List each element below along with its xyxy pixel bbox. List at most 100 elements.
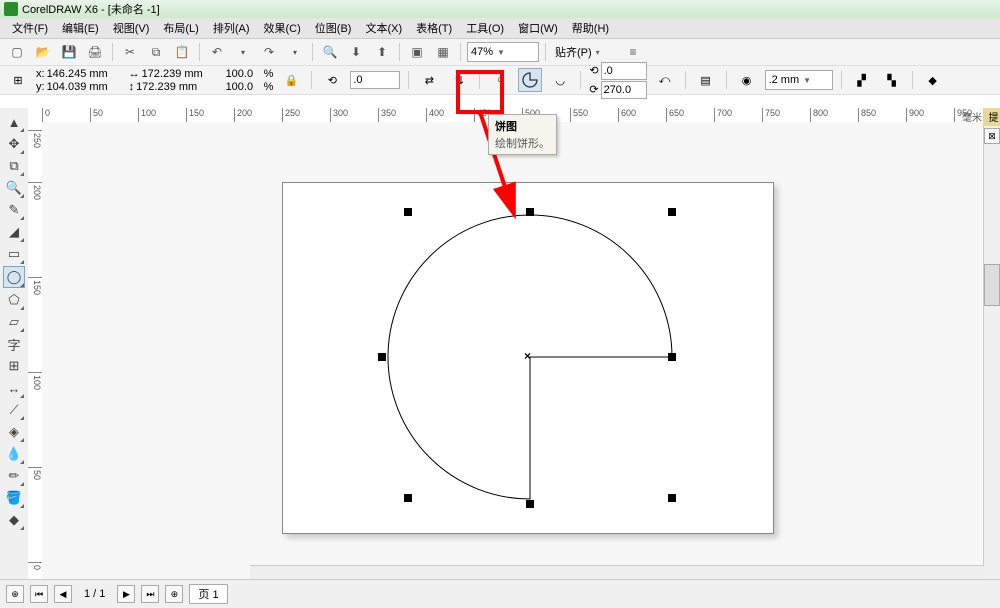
scale-y-value[interactable]: 100.0 [226,81,262,93]
ellipse-tool-icon[interactable]: ◯ [3,266,25,288]
freehand-tool-icon[interactable]: ✎ [4,200,24,220]
redo-dropdown-icon[interactable]: ▾ [284,41,306,63]
origin-icon[interactable]: ⊞ [6,68,30,92]
wrap-text-icon[interactable]: ▤ [694,68,718,92]
drawing-canvas[interactable]: × [42,122,984,580]
add-page-after-icon[interactable]: ⊕ [165,585,183,603]
interactive-fill-tool-icon[interactable]: ◆ [4,510,24,530]
x-value[interactable]: 146.245 mm [47,68,119,80]
menu-view[interactable]: 视图(V) [107,18,156,38]
mirror-h-icon[interactable]: ⇄ [417,68,441,92]
lock-ratio-icon[interactable]: 🔒 [279,68,303,92]
undo-icon[interactable]: ↶ [206,41,228,63]
pie-shape[interactable] [42,122,982,580]
dimension-tool-icon[interactable]: ↔ [4,378,24,398]
scale-x-value[interactable]: 100.0 [226,68,262,80]
fill-tool-icon[interactable]: 🪣 [4,488,24,508]
undo-dropdown-icon[interactable]: ▾ [232,41,254,63]
redo-icon[interactable]: ↷ [258,41,280,63]
import-icon[interactable]: ⬇ [345,41,367,63]
mirror-v-icon[interactable]: ⇅ [447,68,471,92]
palette-scrollbar[interactable] [984,264,1000,306]
prev-page-icon[interactable]: ◀ [54,585,72,603]
smart-fill-tool-icon[interactable]: ◢ [4,222,24,242]
basic-shapes-tool-icon[interactable]: ▱ [4,312,24,332]
rectangle-tool-icon[interactable]: ▭ [4,244,24,264]
ellipse-icon[interactable]: ○ [488,68,512,92]
menu-edit[interactable]: 编辑(E) [56,18,105,38]
center-marker[interactable]: × [524,349,531,363]
zoom-combo[interactable]: 47%▼ [467,42,539,62]
outline-width-combo[interactable]: .2 mm▼ [765,70,833,90]
page-tab[interactable]: 页 1 [189,584,227,604]
hint-docker-tab[interactable]: 提 [983,108,1000,126]
first-page-icon[interactable]: ⏮ [30,585,48,603]
property-bar: ⊞ x:146.245 mm y:104.039 mm ↔172.239 mm … [0,66,1000,95]
start-angle-input[interactable] [601,62,647,80]
polygon-tool-icon[interactable]: ⬠ [4,290,24,310]
menu-layout[interactable]: 布局(L) [157,18,204,38]
selection-handle[interactable] [404,494,412,502]
pick-tool-icon[interactable]: ▲ [4,112,24,132]
width-value[interactable]: 172.239 mm [142,68,214,80]
palette-swatch[interactable]: ⊠ [984,128,1000,144]
menu-tools[interactable]: 工具(O) [460,18,510,38]
copy-icon[interactable]: ⧉ [145,41,167,63]
menu-window[interactable]: 窗口(W) [512,18,564,38]
selection-handle[interactable] [404,208,412,216]
to-front-icon[interactable]: ▞ [850,68,874,92]
selection-handle[interactable] [668,353,676,361]
connector-tool-icon[interactable]: ⟋ [4,400,24,420]
publish-icon[interactable]: ▣ [406,41,428,63]
title-bar: CorelDRAW X6 - [未命名 -1] [0,0,1000,18]
search-icon[interactable]: 🔍 [319,41,341,63]
text-tool-icon[interactable]: 字 [4,334,24,354]
menu-table[interactable]: 表格(T) [410,18,458,38]
ruler-vertical: 250 200 150 100 50 0 [28,122,43,580]
export-icon[interactable]: ⬆ [371,41,393,63]
paste-icon[interactable]: 📋 [171,41,193,63]
selection-handle[interactable] [668,208,676,216]
to-back-icon[interactable]: ▚ [880,68,904,92]
shape-tool-icon[interactable]: ✥ [4,134,24,154]
open-icon[interactable]: 📂 [32,41,54,63]
rotation-input[interactable] [350,71,400,89]
menu-effects[interactable]: 效果(C) [258,18,307,38]
height-icon: ↕ [129,81,135,93]
zoom-tool-icon[interactable]: 🔍 [4,178,24,198]
menu-text[interactable]: 文本(X) [359,18,408,38]
cut-icon[interactable]: ✂ [119,41,141,63]
menu-bitmap[interactable]: 位图(B) [309,18,358,38]
crop-tool-icon[interactable]: ⧉ [4,156,24,176]
last-page-icon[interactable]: ⏭ [141,585,159,603]
snap-dropdown[interactable]: 贴齐(P)▾ [552,43,618,61]
selection-handle[interactable] [526,208,534,216]
arc-icon[interactable]: ◡ [548,68,572,92]
menu-file[interactable]: 文件(F) [6,18,54,38]
app-launcher-icon[interactable]: ▦ [432,41,454,63]
y-value[interactable]: 104.039 mm [47,81,119,93]
end-angle-icon: ⟳ [589,83,598,96]
convert-curves-icon[interactable]: ◆ [921,68,945,92]
table-tool-icon[interactable]: ⊞ [4,356,24,376]
save-icon[interactable]: 💾 [58,41,80,63]
print-icon[interactable]: 🖨 [84,41,106,63]
pie-icon[interactable] [518,68,542,92]
options-icon[interactable]: ≡ [622,41,644,63]
scrollbar-horizontal[interactable] [250,565,984,580]
direction-icon[interactable]: ⤺ [653,68,677,92]
rotate-icon: ⟲ [320,68,344,92]
next-page-icon[interactable]: ▶ [117,585,135,603]
menu-arrange[interactable]: 排列(A) [207,18,256,38]
selection-handle[interactable] [526,500,534,508]
selection-handle[interactable] [668,494,676,502]
height-value[interactable]: 172.239 mm [136,81,208,93]
add-page-icon[interactable]: ⊕ [6,585,24,603]
eyedropper-tool-icon[interactable]: 💧 [4,444,24,464]
outline-tool-icon[interactable]: ✏ [4,466,24,486]
end-angle-input[interactable] [601,81,647,99]
selection-handle[interactable] [378,353,386,361]
new-icon[interactable]: ▢ [6,41,28,63]
interactive-tool-icon[interactable]: ◈ [4,422,24,442]
menu-help[interactable]: 帮助(H) [566,18,615,38]
